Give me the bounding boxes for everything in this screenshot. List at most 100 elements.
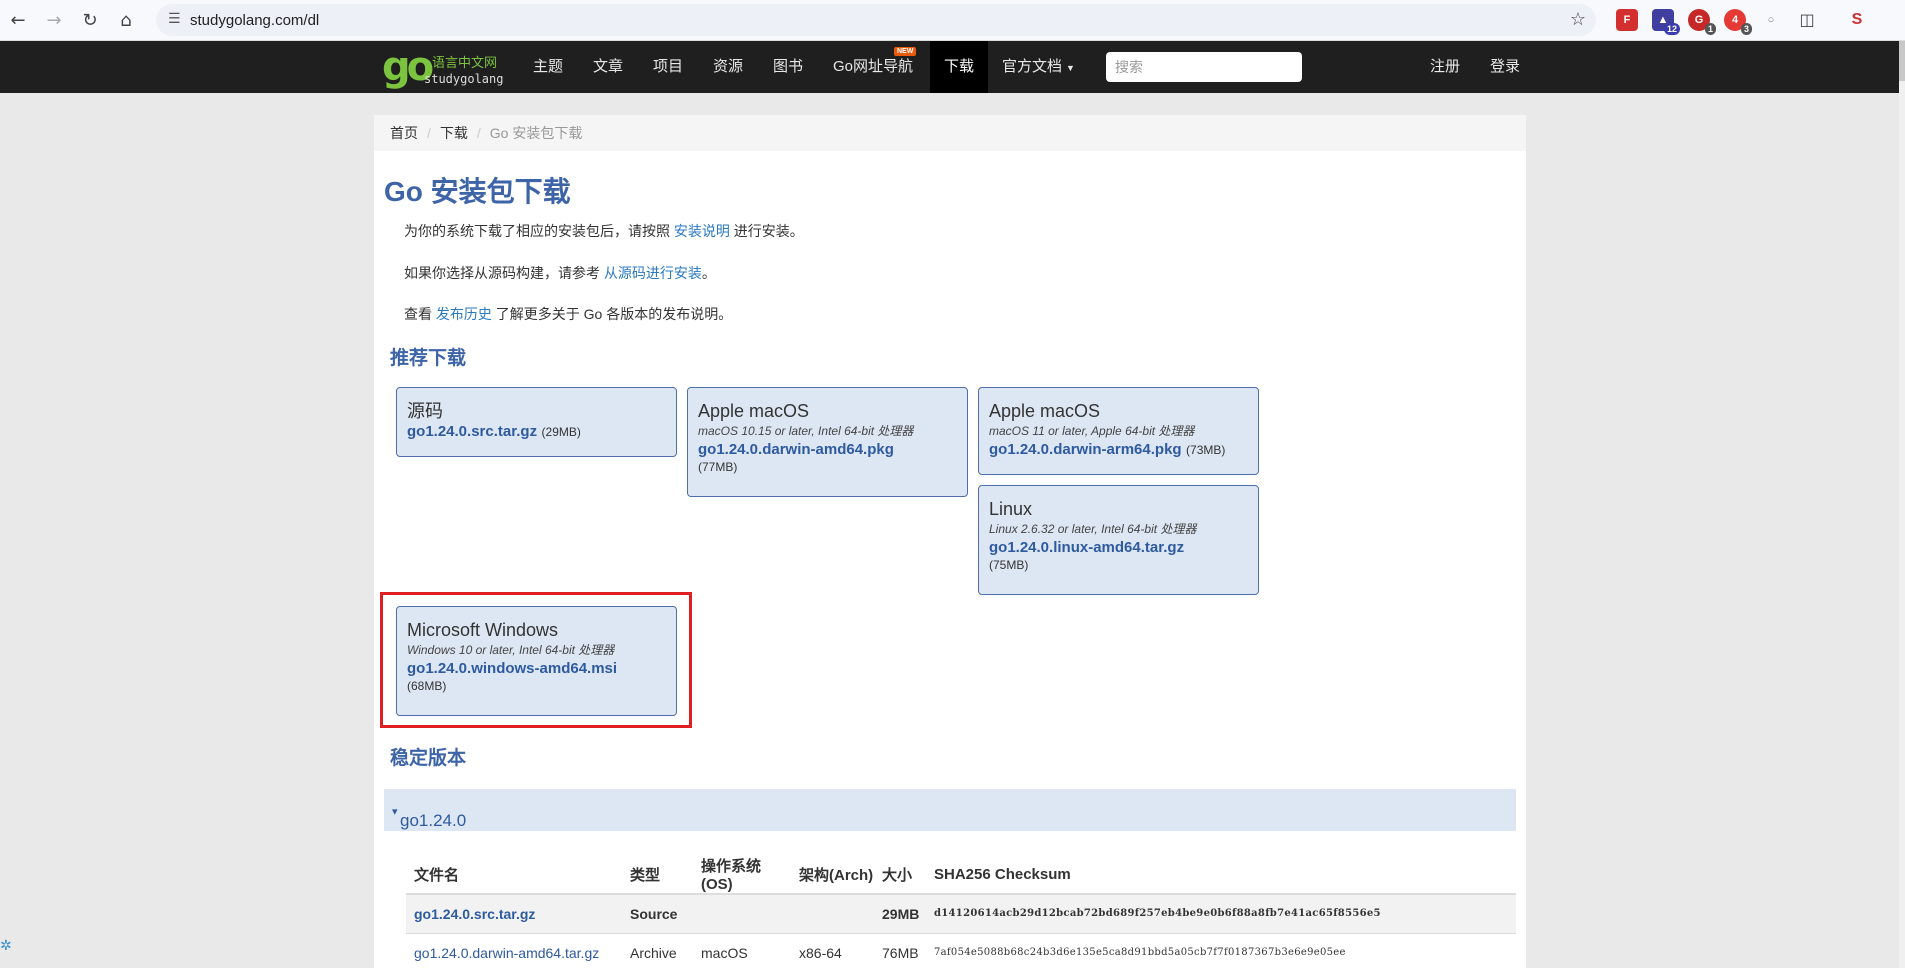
home-icon[interactable]: ⌂ (114, 8, 138, 32)
new-badge: NEW (894, 47, 917, 56)
nav-login[interactable]: 登录 (1490, 41, 1520, 93)
logo-cn-text: 语言中文网 (432, 55, 498, 70)
forward-arrow-icon[interactable]: → (42, 8, 66, 32)
search-input[interactable] (1106, 52, 1302, 82)
history-note: 查看 发布历史 了解更多关于 Go 各版本的发布说明。 (404, 304, 732, 324)
card-file-link[interactable]: go1.24.0.src.tar.gz (407, 423, 537, 440)
caret-down-icon: ▾ (392, 806, 398, 818)
recommended-heading: 推荐下载 (390, 348, 467, 369)
extension-icon-4[interactable]: 43 (1724, 9, 1752, 35)
install-note-text: 进行安装。 (729, 223, 804, 239)
bookmark-star-icon[interactable]: ☆ (1570, 9, 1586, 30)
row-arch (791, 894, 874, 934)
page-scrollbar[interactable] (1899, 41, 1905, 968)
card-size: (77MB) (698, 460, 738, 474)
profile-icon[interactable]: S (1846, 9, 1868, 31)
breadcrumb-separator: / (476, 125, 481, 141)
row-filename: go1.24.0.src.tar.gz (406, 894, 622, 934)
card-title: Apple macOS (989, 401, 1101, 421)
row-size: 76MB (874, 933, 926, 968)
install-guide-link[interactable]: 安装说明 (674, 223, 730, 239)
install-note: 为你的系统下载了相应的安装包后，请按照 安装说明 进行安装。 (404, 221, 804, 241)
back-arrow-icon[interactable]: ← (6, 8, 30, 32)
extensions-puzzle-icon[interactable]: ◫ (1796, 9, 1818, 31)
version-label[interactable]: go1.24.0 ▾ (392, 800, 466, 830)
breadcrumb-download[interactable]: 下载 (440, 125, 468, 141)
reload-icon[interactable]: ↻ (78, 8, 102, 32)
gear-icon[interactable]: ✲ (0, 938, 12, 954)
source-install-link[interactable]: 从源码进行安装 (604, 265, 702, 281)
row-size: 29MB (874, 894, 926, 934)
url-text[interactable]: studygolang.com/dl (190, 12, 319, 29)
stable-heading: 稳定版本 (390, 748, 467, 769)
nav-books[interactable]: 图书 (773, 41, 803, 93)
row-kind: Source (622, 894, 693, 934)
table-row: go1.24.0.darwin-amd64.tar.gz Archive mac… (406, 933, 1516, 968)
download-card-macos-amd64[interactable]: Apple macOS macOS 10.15 or later, Intel … (687, 387, 968, 497)
breadcrumb-home[interactable]: 首页 (390, 125, 418, 141)
card-size: (75MB) (989, 558, 1029, 572)
history-note-text: 查看 (404, 306, 436, 322)
nav-articles[interactable]: 文章 (593, 41, 623, 93)
row-kind: Archive (622, 933, 693, 968)
nav-download[interactable]: 下载 (930, 41, 989, 93)
scrollbar-thumb[interactable] (1899, 41, 1905, 81)
table-row: go1.24.0.src.tar.gz Source 29MB d1412061… (406, 894, 1516, 934)
chat-icon[interactable]: ○ (1760, 9, 1782, 31)
download-card-linux[interactable]: Linux Linux 2.6.32 or later, Intel 64-bi… (978, 485, 1259, 595)
page-title: Go 安装包下载 (384, 176, 571, 207)
source-note-text: 。 (701, 265, 716, 281)
nav-resources[interactable]: 资源 (713, 41, 743, 93)
row-os: macOS (693, 933, 791, 968)
caret-down-icon: ▼ (1066, 63, 1075, 73)
file-link[interactable]: go1.24.0.src.tar.gz (414, 906, 535, 922)
extension-icon-2[interactable]: ▲ 12 (1652, 9, 1680, 35)
extension-icon-3[interactable]: G1 (1688, 9, 1716, 35)
card-file-link[interactable]: go1.24.0.darwin-arm64.pkg (989, 441, 1182, 458)
row-filename: go1.24.0.darwin-amd64.tar.gz (406, 933, 622, 968)
breadcrumb-current: Go 安装包下载 (489, 125, 583, 141)
windows-highlight-box (380, 592, 692, 728)
row-os (693, 894, 791, 934)
nav-register[interactable]: 注册 (1430, 41, 1460, 93)
source-note-text: 如果你选择从源码构建，请参考 (404, 265, 604, 281)
file-link[interactable]: go1.24.0.darwin-amd64.tar.gz (414, 945, 599, 961)
col-filename: 文件名 (406, 855, 622, 895)
version-number: go1.24.0 (400, 811, 467, 830)
site-info-icon[interactable]: ☰ (168, 11, 181, 27)
release-history-link[interactable]: 发布历史 (436, 306, 492, 322)
version-toggle[interactable]: go1.24.0 ▾ (384, 789, 1516, 831)
col-size: 大小 (874, 855, 926, 895)
download-card-macos-arm64[interactable]: Apple macOS macOS 11 or later, Apple 64-… (978, 387, 1259, 475)
extension-icon-1[interactable]: F (1616, 9, 1638, 31)
browser-toolbar: ← → ↻ ⌂ ☰ studygolang.com/dl ☆ F ▲ 12 G1 … (0, 0, 1905, 41)
card-file-link[interactable]: go1.24.0.darwin-amd64.pkg (698, 441, 894, 458)
download-card-source[interactable]: 源码 go1.24.0.src.tar.gz (29MB) (396, 387, 677, 457)
logo-mark-icon: go (382, 44, 434, 90)
card-subtitle: macOS 11 or later, Apple 64-bit 处理器 (989, 424, 1195, 438)
main-content: 首页 / 下载 / Go 安装包下载 Go 安装包下载 为你的系统下载了相应的安装包后，… (374, 115, 1526, 968)
col-os: 操作系统(OS) (693, 855, 791, 895)
col-checksum: SHA256 Checksum (926, 855, 1516, 895)
downloads-table: 文件名 类型 操作系统(OS) 架构(Arch) 大小 SHA256 Check… (406, 855, 1516, 968)
nav-projects[interactable]: 项目 (653, 41, 683, 93)
row-checksum: 7af054e5088b68c24b3d6e135e5ca8d91bbd5a05… (926, 933, 1516, 968)
site-logo[interactable]: go 语言中文网 studygolang (382, 44, 508, 90)
card-title: Apple macOS (698, 401, 810, 421)
card-size: (73MB) (1186, 443, 1226, 457)
nav-official-docs-label: 官方文档 (1002, 58, 1063, 75)
card-title: 源码 (407, 401, 443, 421)
history-note-text: 了解更多关于 Go 各版本的发布说明。 (491, 306, 733, 322)
col-arch: 架构(Arch) (791, 855, 874, 895)
address-bar[interactable]: ☰ studygolang.com/dl ☆ (156, 4, 1596, 36)
card-title: Linux (989, 499, 1033, 519)
nav-topics[interactable]: 主题 (533, 41, 563, 93)
table-header-row: 文件名 类型 操作系统(OS) 架构(Arch) 大小 SHA256 Check… (406, 855, 1516, 895)
card-subtitle: Linux 2.6.32 or later, Intel 64-bit 处理器 (989, 522, 1197, 536)
row-arch: x86-64 (791, 933, 874, 968)
source-note: 如果你选择从源码构建，请参考 从源码进行安装。 (404, 263, 716, 283)
col-kind: 类型 (622, 855, 693, 895)
card-file-link[interactable]: go1.24.0.linux-amd64.tar.gz (989, 539, 1184, 556)
install-note-text: 为你的系统下载了相应的安装包后，请按照 (404, 223, 674, 239)
nav-official-docs[interactable]: 官方文档 ▼ (1002, 41, 1075, 93)
